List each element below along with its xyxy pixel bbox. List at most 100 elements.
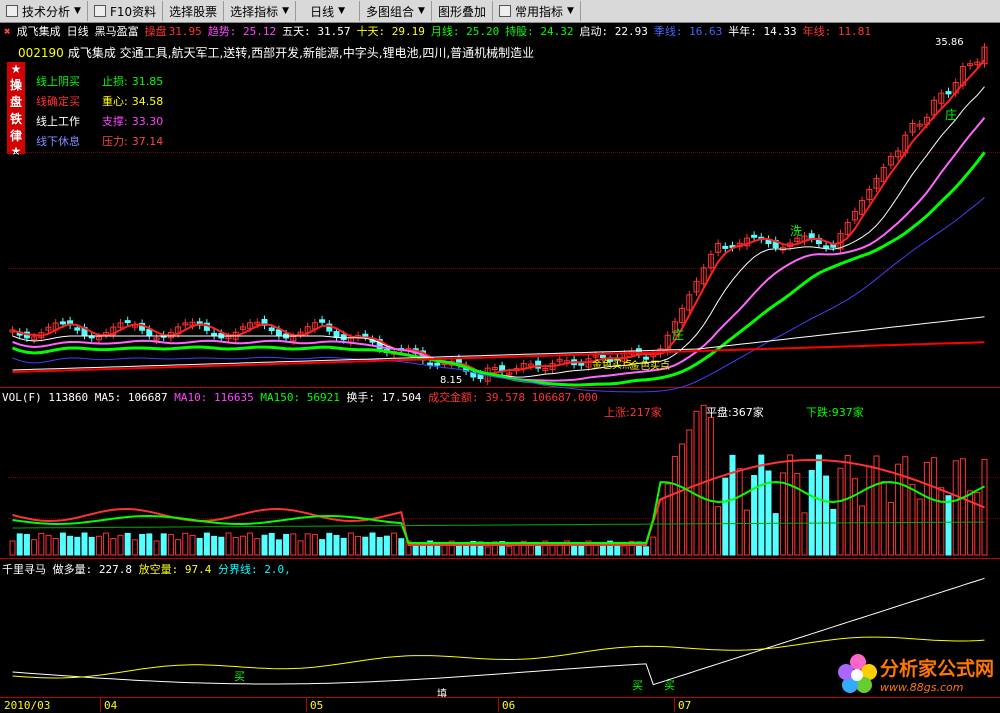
volume-bar: [952, 460, 959, 556]
unchanged-count: 平盘:367家: [706, 406, 764, 419]
volume-bars: [9, 404, 988, 556]
volume-bar: [823, 475, 830, 556]
decline-count: 下跌:937家: [806, 406, 864, 419]
volume-bar: [923, 461, 930, 556]
volume-bar: [851, 478, 858, 556]
volume-bar: [916, 498, 923, 556]
volume-bar: [160, 533, 167, 556]
candle-body: [268, 327, 275, 332]
moving-average-lines: [11, 59, 986, 393]
volume-bar: [268, 532, 275, 556]
volume-bar: [196, 537, 203, 556]
date-label: 04: [104, 699, 118, 712]
volume-bar: [254, 538, 261, 556]
volume-bar: [880, 481, 887, 556]
volume-bar: [650, 536, 657, 556]
volume-bar: [837, 467, 844, 556]
vol-ma-line: [12, 458, 985, 546]
candle-body: [74, 327, 81, 331]
site-watermark: 分析家公式网 www.88gs.com: [836, 652, 994, 696]
volume-bar: [167, 534, 174, 556]
volume-header: VOL(F) 113860 MA5: 106687 MA10: 116635 M…: [2, 391, 598, 404]
volume-bar: [319, 539, 326, 556]
volume-bar: [671, 456, 678, 556]
volume-bar: [74, 536, 81, 556]
volume-bar: [261, 534, 268, 556]
volume-bar: [203, 532, 210, 556]
golden-buy-label: 金色买点: [592, 360, 632, 371]
volume-bar: [362, 536, 369, 556]
volume-bar: [81, 532, 88, 556]
candle-body: [427, 362, 434, 366]
volume-bar: [52, 538, 59, 556]
volume-bar: [182, 532, 189, 556]
volume-bar: [722, 477, 729, 556]
volume-bar: [31, 539, 38, 556]
volume-bar: [700, 404, 707, 556]
volume-bar: [527, 544, 534, 556]
candle-body: [275, 329, 282, 337]
volume-bar: [297, 540, 304, 556]
zhuang-mark: 庄: [945, 108, 958, 122]
volume-bar: [16, 533, 23, 556]
volume-bar: [211, 535, 218, 556]
volume-bar: [463, 545, 470, 556]
volume-bar: [679, 443, 686, 556]
vol-ma-line: [12, 480, 985, 544]
volume-bar: [38, 532, 45, 556]
chart-canvas: [9, 43, 988, 686]
xi-mark: 洗: [790, 224, 803, 238]
candle-body: [808, 233, 815, 239]
candle-body: [333, 331, 340, 338]
volume-bar: [643, 546, 650, 556]
ma-line: [12, 316, 985, 371]
volume-bar: [743, 509, 750, 556]
date-axis: 2010/03 04 05 06 07: [0, 697, 1000, 713]
date-label: 07: [678, 699, 692, 712]
candle-body: [146, 328, 153, 336]
zhuang-mark: 庄: [672, 328, 685, 342]
volume-bar: [232, 536, 239, 556]
candle-body: [823, 245, 830, 249]
volume-bar: [549, 544, 556, 556]
volume-bar: [729, 454, 736, 556]
volume-ma-lines: [12, 458, 985, 546]
volume-bar: [873, 455, 880, 556]
buy-mark: 买: [664, 679, 675, 692]
volume-bar: [707, 416, 714, 556]
volume-bar: [103, 532, 110, 556]
volume-bar: [794, 472, 801, 556]
volume-bar: [758, 454, 765, 556]
candle-body: [211, 332, 218, 336]
volume-bar: [815, 454, 822, 556]
ma-line: [12, 197, 985, 393]
volume-bar: [218, 536, 225, 556]
volume-bar: [67, 535, 74, 556]
volume-bar: [398, 538, 405, 556]
volume-bar: [131, 539, 138, 556]
vol-ma-line: [12, 521, 985, 529]
candle-body: [319, 319, 326, 323]
volume-bar: [110, 538, 117, 556]
volume-bar: [340, 537, 347, 556]
volume-bar: [830, 508, 837, 556]
volume-bar: [239, 535, 246, 556]
volume-bar: [290, 533, 297, 556]
volume-bar: [117, 534, 124, 556]
volume-bar: [693, 410, 700, 556]
volume-bar: [621, 545, 628, 556]
volume-bar: [146, 533, 153, 556]
volume-bar: [153, 540, 160, 556]
high-price-label: 35.86: [935, 37, 964, 48]
candle-body: [124, 320, 131, 324]
ma-line: [11, 151, 986, 387]
volume-bar: [275, 539, 282, 556]
volume-bar: [866, 465, 873, 556]
low-price-label: 8.15: [440, 375, 463, 386]
volume-bar: [959, 458, 966, 556]
volume-bar: [484, 546, 491, 556]
watermark-title: 分析家公式网: [879, 658, 994, 680]
volume-bar: [326, 532, 333, 556]
volume-bar: [787, 454, 794, 556]
volume-bar: [139, 533, 146, 556]
